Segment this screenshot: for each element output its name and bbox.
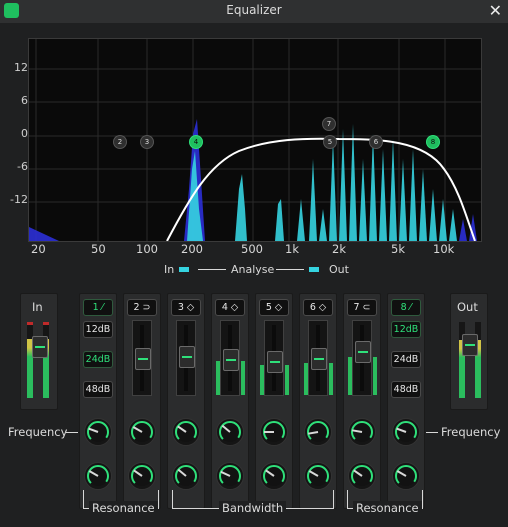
y-tick-12: 12	[14, 61, 28, 74]
input-gain-fader[interactable]	[32, 336, 48, 358]
frequency-dial-3[interactable]	[172, 418, 200, 446]
band-4-gain-fader[interactable]	[216, 320, 245, 396]
band-3-toggle[interactable]: 3 ◇	[171, 299, 201, 316]
frequency-dial-6[interactable]	[304, 418, 332, 446]
resonance-bandwidth-dial-8[interactable]	[392, 462, 420, 490]
band-5-toggle[interactable]: 5 ◇	[259, 299, 289, 316]
band-7-toggle[interactable]: 7 ⊂	[347, 299, 377, 316]
band-6-gain-fader[interactable]	[304, 320, 333, 396]
y-tick-6: 6	[21, 94, 28, 107]
x-tick-200: 200	[181, 242, 203, 256]
highcut-slope-48db[interactable]: 48dB	[391, 381, 421, 398]
resonance-bandwidth-dial-1[interactable]	[84, 462, 112, 490]
title-bar: Equalizer ✕	[0, 0, 508, 24]
node-6[interactable]: 6	[369, 135, 383, 149]
input-meter-left	[27, 322, 33, 398]
frequency-dial-1[interactable]	[84, 418, 112, 446]
band-4-toggle[interactable]: 4 ◇	[215, 299, 245, 316]
resonance-bandwidth-dial-7[interactable]	[348, 462, 376, 490]
resonance-bandwidth-dial-5[interactable]	[260, 462, 288, 490]
highcut-slope-24db[interactable]: 24dB	[391, 351, 421, 368]
lowcut-slope-24db[interactable]: 24dB	[83, 351, 113, 368]
frequency-label-left: Frequency	[8, 425, 68, 439]
input-label: In	[32, 300, 43, 314]
x-tick-500: 500	[241, 242, 263, 256]
x-tick-5k: 5k	[391, 242, 405, 256]
band-7-gain-fader[interactable]	[348, 320, 377, 396]
band-3-gain-fader[interactable]	[176, 320, 196, 396]
y-tick-minus-6: -6	[17, 160, 28, 173]
close-button[interactable]: ✕	[489, 1, 502, 20]
y-tick-0: 0	[21, 127, 28, 140]
x-tick-10k: 10k	[433, 242, 455, 256]
highcut-slope-12db[interactable]: 12dB	[391, 321, 421, 338]
resonance-bandwidth-dial-4[interactable]	[216, 462, 244, 490]
node-4[interactable]: 4	[189, 135, 203, 149]
resonance-bandwidth-dial-6[interactable]	[304, 462, 332, 490]
node-7[interactable]: 7	[322, 117, 336, 131]
node-3[interactable]: 3	[140, 135, 154, 149]
output-strip: Out	[450, 293, 488, 410]
legend-in-swatch[interactable]	[179, 267, 189, 272]
resonance-label-right: Resonance	[353, 501, 422, 515]
band-1-toggle[interactable]: 1 ⁄	[83, 299, 113, 316]
frequency-dial-2[interactable]	[128, 418, 156, 446]
band-8-toggle[interactable]: 8 ⁄	[391, 299, 421, 316]
legend-out-swatch[interactable]	[309, 267, 319, 272]
x-tick-50: 50	[91, 242, 106, 256]
node-5[interactable]: 5	[323, 135, 337, 149]
frequency-dial-4[interactable]	[216, 418, 244, 446]
x-tick-100: 100	[136, 242, 158, 256]
band-5-gain-fader[interactable]	[260, 320, 289, 396]
window-title: Equalizer	[226, 3, 282, 17]
x-tick-2k: 2k	[332, 242, 346, 256]
band-2-gain-fader[interactable]	[132, 320, 152, 396]
eq-graph[interactable]: 2 3 4 7 5 6 8	[28, 38, 482, 242]
node-2[interactable]: 2	[113, 135, 127, 149]
output-label: Out	[457, 300, 478, 314]
lowcut-slope-48db[interactable]: 48dB	[83, 381, 113, 398]
band-6-toggle[interactable]: 6 ◇	[303, 299, 333, 316]
lowcut-slope-12db[interactable]: 12dB	[83, 321, 113, 338]
legend-analyse-label: Analyse	[231, 263, 275, 276]
node-8[interactable]: 8	[426, 135, 440, 149]
legend-out-label: Out	[329, 263, 349, 276]
input-strip: In	[20, 293, 58, 410]
resonance-bandwidth-dial-2[interactable]	[128, 462, 156, 490]
bandwidth-label: Bandwidth	[219, 501, 287, 515]
y-tick-minus-12: -12	[10, 193, 28, 206]
x-tick-20: 20	[31, 242, 46, 256]
frequency-dial-7[interactable]	[348, 418, 376, 446]
band-2-toggle[interactable]: 2 ⊃	[127, 299, 157, 316]
input-meter-right	[43, 322, 49, 398]
resonance-bandwidth-dial-3[interactable]	[172, 462, 200, 490]
eq-graph-canvas	[29, 39, 481, 242]
frequency-dial-8[interactable]	[392, 418, 420, 446]
output-gain-fader[interactable]	[462, 334, 478, 356]
analyse-legend: In Analyse Out	[0, 263, 508, 277]
frequency-label-right: Frequency	[441, 425, 501, 439]
x-tick-1k: 1k	[285, 242, 299, 256]
legend-in-label: In	[164, 263, 175, 276]
frequency-dial-5[interactable]	[260, 418, 288, 446]
resonance-label-left: Resonance	[89, 501, 158, 515]
